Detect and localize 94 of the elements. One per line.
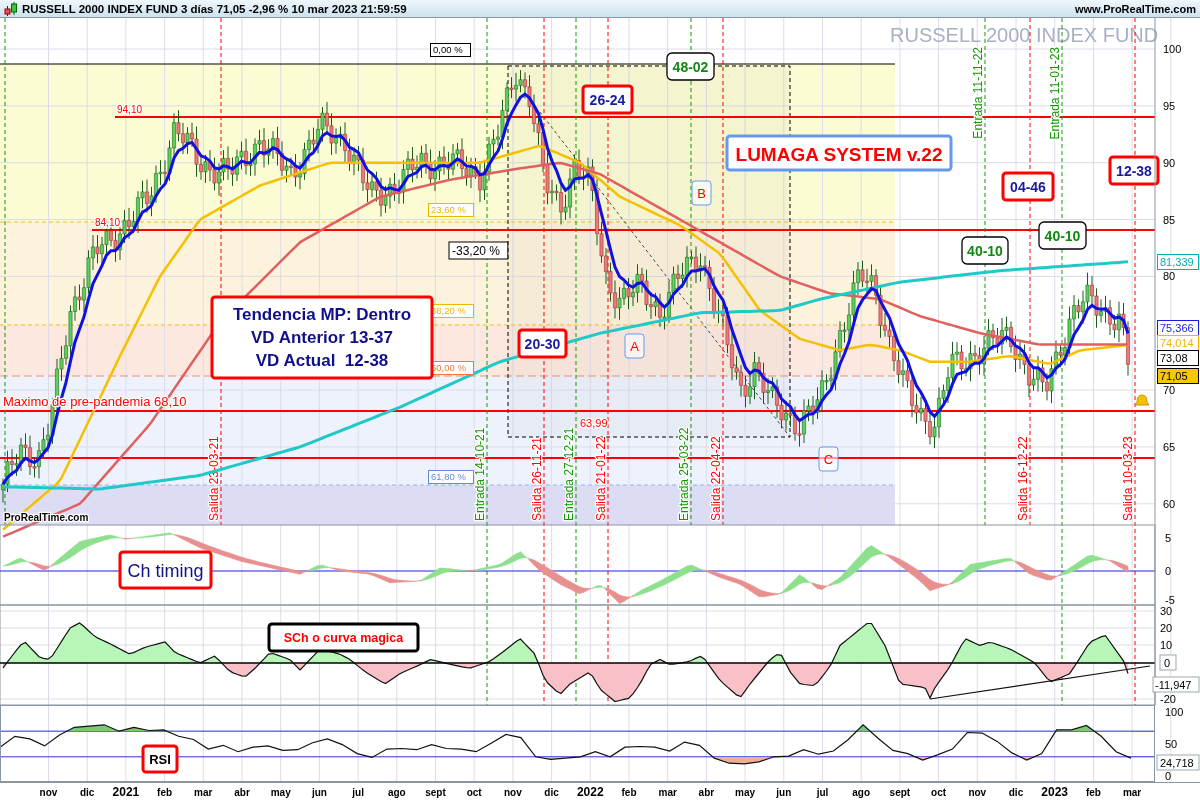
count-label: 20-30: [517, 328, 568, 359]
series-label: RSI: [149, 752, 171, 767]
axis-date-label: 2022: [576, 785, 604, 799]
axis-tick-label: 5: [1165, 532, 1172, 544]
axis-date-label: jul: [352, 787, 364, 798]
value-badge: 0: [1159, 654, 1177, 671]
axis-date-label: 2023: [1041, 785, 1069, 799]
fibonacci-label: 23,60 %: [428, 203, 474, 217]
value-badge: 71,05: [1157, 368, 1199, 384]
count-label: 40-10: [961, 236, 1009, 265]
axis-date-label: may: [735, 787, 756, 798]
value-badge: 81,339: [1157, 254, 1199, 270]
count-label: 04-46: [1001, 171, 1055, 202]
axis-date-label: jun: [776, 787, 792, 798]
level-label: 94,10: [117, 104, 143, 115]
axis-tick-label: 85: [1163, 213, 1176, 226]
axis-date-label: feb: [157, 787, 173, 798]
watermark-text: RUSSELL 2000 INDEX FUND: [890, 24, 1159, 46]
value-badge: -11,947: [1152, 676, 1200, 693]
axis-date-label: nov: [968, 787, 987, 798]
signal-label: Salida 21-01-22: [594, 436, 608, 521]
value-badge: 75,366: [1157, 320, 1199, 336]
axis-date-label: jun: [311, 787, 327, 798]
axis-tick-label: 100: [1163, 43, 1182, 55]
axis-date-label: nov: [39, 787, 58, 798]
axis-date-label: sept: [889, 787, 911, 798]
axis-tick-label: 60: [1163, 497, 1176, 510]
axis-date-label: jul: [816, 787, 829, 798]
signal-label: Salida 16-12-22: [1016, 436, 1030, 521]
axis-tick-label: 0: [1165, 565, 1172, 577]
wave-label: A: [624, 333, 645, 359]
fibonacci-label: 0,00 %: [430, 43, 471, 57]
chart-title: RUSSELL 2000 INDEX FUND 3 días 71,05 -2,96 % 10 mar 2023 21:59:59: [22, 2, 407, 15]
trend-info-box: Tendencia MP: Dentro VD Anterior 13-37 VD Actual 12-38: [210, 295, 434, 380]
axis-date-label: feb: [1085, 787, 1101, 798]
axis-tick-label: 80: [1163, 270, 1176, 283]
axis-tick-label: -5: [1165, 594, 1175, 606]
signal-label: Entrada 27-12-21: [562, 427, 576, 521]
signal-label: Entrada 14-10-21: [473, 427, 487, 521]
axis-date-label: oct: [931, 787, 947, 798]
axis-tick-label: 100: [1165, 706, 1184, 718]
signal-label: Entrada 25-03-22: [677, 427, 691, 521]
axis-date-label: abr: [234, 787, 250, 798]
alert-bell-icon: [1134, 394, 1150, 406]
value-badge: 24,718: [1156, 754, 1200, 771]
count-label: 12-38: [1108, 155, 1160, 186]
signal-label: Salida 22-04-22: [709, 436, 723, 521]
axis-tick-label: 90: [1163, 156, 1176, 169]
signal-label: Entrada 11-11-22: [971, 47, 985, 139]
axis-tick-label: 20: [1160, 622, 1173, 634]
axis-tick-label: 70: [1163, 384, 1176, 397]
wave-label: C: [818, 446, 839, 472]
indicator-label: SCh o curva magica: [267, 622, 420, 653]
value-badge: 73,08: [1157, 350, 1199, 366]
axis-tick-label: 10: [1160, 639, 1173, 651]
website-link[interactable]: www.ProRealTime.com: [1074, 2, 1196, 15]
axis-tick-label: 50: [1165, 738, 1178, 750]
axis-date-label: dic: [1008, 787, 1024, 798]
axis-date-label: mar: [1122, 787, 1142, 798]
axis-tick-label: 30: [1160, 605, 1173, 617]
level-label: 63,99: [580, 417, 608, 429]
axis-date-label: abr: [698, 787, 715, 798]
axis-tick-label: 65: [1163, 440, 1176, 453]
wave-label: B: [691, 180, 712, 206]
axis-date-label: ago: [387, 787, 406, 798]
axis-date-label: nov: [504, 787, 522, 798]
indicator-label: Ch timing: [118, 550, 213, 590]
count-label: 48-02: [666, 52, 715, 81]
signal-label: Entrada 11-01-23: [1048, 47, 1062, 140]
signal-label: Salida 23-03-21: [207, 436, 221, 521]
axis-date-label: feb: [621, 787, 637, 798]
axis-date-label: may: [270, 787, 291, 798]
axis-date-label: oct: [466, 787, 482, 798]
value-badge: 74,014: [1157, 335, 1199, 351]
signal-label: Salida 10-03-23: [1121, 436, 1135, 521]
axis-date-label: mar: [658, 787, 677, 798]
axis-date-label: dic: [79, 787, 95, 798]
axis-date-label: 2021: [112, 785, 140, 799]
fibonacci-label: 61,80 %: [428, 470, 474, 484]
axis-tick-label: -20: [1160, 693, 1176, 705]
level-label: 84,10: [95, 217, 121, 228]
axis-tick-label: 95: [1163, 99, 1176, 112]
indicator-label: RSI: [141, 744, 179, 774]
count-label: 40-10: [1038, 221, 1087, 250]
signal-label: Salida 26-11-21: [530, 437, 544, 521]
axis-date-label: ago: [852, 787, 871, 798]
axis-date-label: mar: [194, 787, 213, 798]
axis-date-label: dic: [544, 787, 559, 798]
axis-date-label: sept: [425, 787, 446, 798]
system-title: LUMAGA SYSTEM v.22: [725, 134, 953, 172]
count-label: 26-24: [581, 84, 634, 115]
candlestick-icon: [4, 0, 18, 17]
axis-tick-label: 0: [1165, 770, 1172, 782]
retracement-label: -33,20 %: [448, 241, 509, 260]
